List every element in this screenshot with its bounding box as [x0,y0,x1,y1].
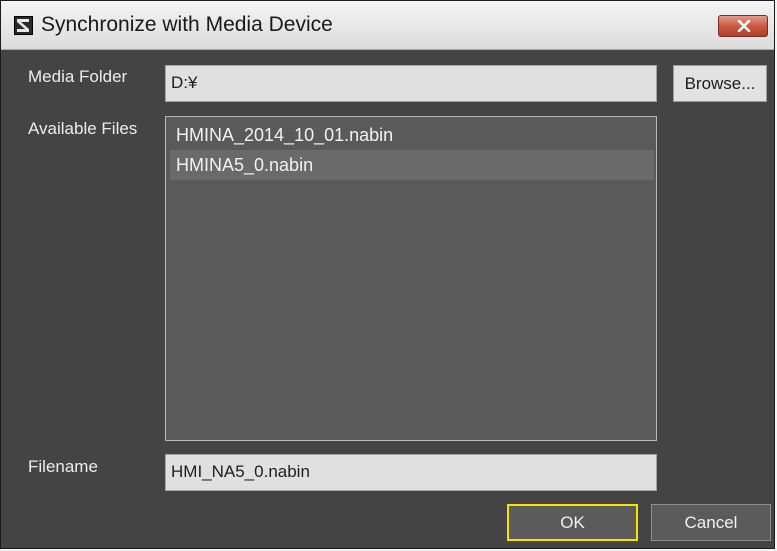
file-item-hmina5-0[interactable]: HMINA5_0.nabin [170,150,654,180]
ok-button[interactable]: OK [507,504,638,541]
media-folder-label: Media Folder [28,67,128,86]
available-files-list[interactable]: HMINA_2014_10_01.nabin HMINA5_0.nabin [165,116,657,441]
browse-button[interactable]: Browse... [673,65,767,102]
close-button[interactable] [718,15,768,37]
title-bar[interactable]: Synchronize with Media Device [1,1,774,50]
cancel-button[interactable]: Cancel [651,504,771,541]
close-icon [737,20,751,32]
available-files-label: Available Files [28,119,138,138]
filename-label: Filename [28,457,98,476]
window-title: Synchronize with Media Device [41,13,333,36]
sysmac-icon [14,16,33,35]
synchronize-dialog: Synchronize with Media Device Media Fold… [0,0,775,549]
file-item-hmina-2014-10-01[interactable]: HMINA_2014_10_01.nabin [170,120,654,150]
media-folder-field[interactable]: D:¥ [165,65,657,102]
filename-field[interactable]: HMI_NA5_0.nabin [165,454,657,491]
